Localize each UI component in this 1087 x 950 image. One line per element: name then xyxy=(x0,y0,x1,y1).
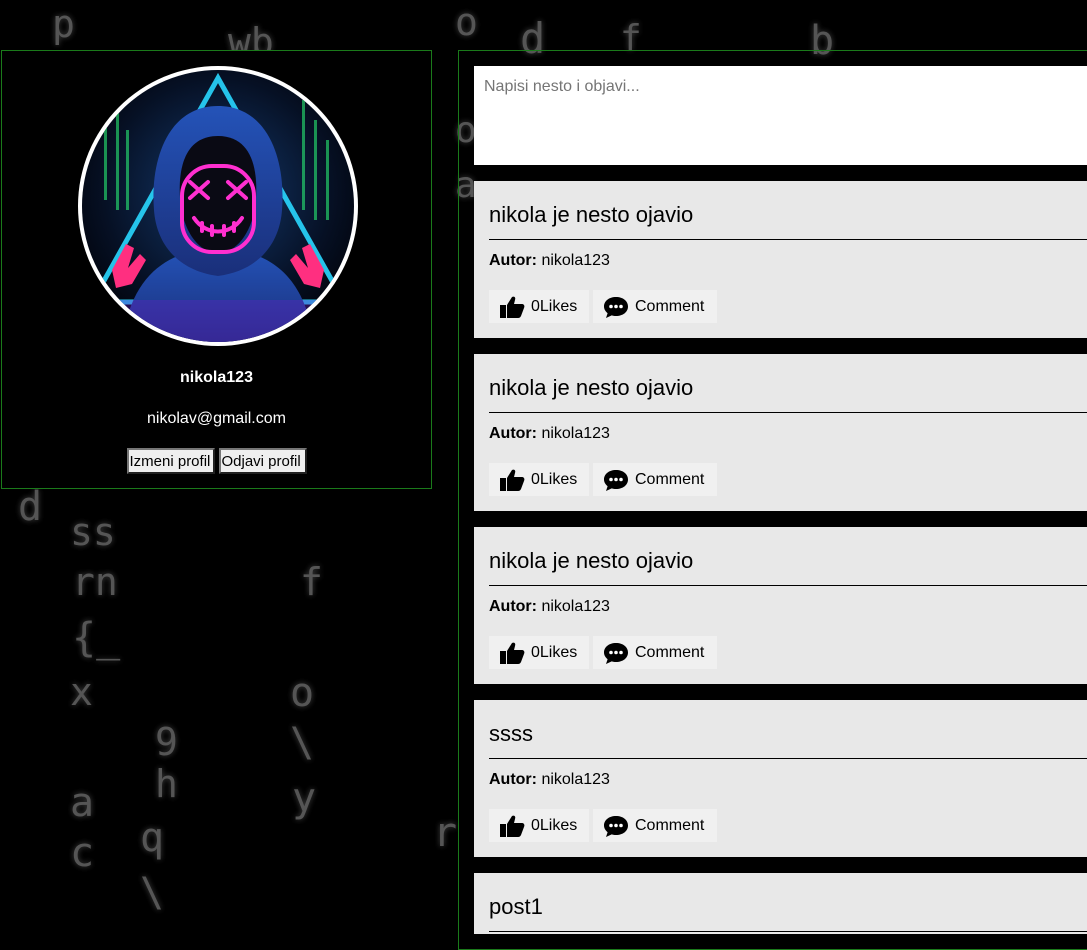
comment-label: Comment xyxy=(635,816,705,834)
post-title: nikola je nesto ojavio xyxy=(489,375,694,400)
post-divider xyxy=(489,585,1087,586)
profile-username: nikola123 xyxy=(180,369,253,386)
post-divider xyxy=(489,758,1087,759)
comment-label: Comment xyxy=(635,297,705,315)
post-card: post1 xyxy=(474,873,1087,934)
author-label: Autor: xyxy=(489,771,537,788)
comment-label: Comment xyxy=(635,643,705,661)
post-divider xyxy=(489,239,1087,240)
post-card: nikola je nesto ojavio Autor: nikola123 … xyxy=(474,354,1087,511)
post-actions: 0Likes Comment xyxy=(489,290,721,323)
logout-button[interactable]: Odjavi profil xyxy=(218,448,307,474)
profile-email: nikolav@gmail.com xyxy=(147,410,286,427)
like-count: 0Likes xyxy=(531,297,578,315)
post-title: nikola je nesto ojavio xyxy=(489,548,694,573)
author-name: nikola123 xyxy=(541,771,610,788)
profile-card: nikola123 nikolav@gmail.com Izmeni profi… xyxy=(1,50,432,489)
thumbs-up-icon xyxy=(500,296,525,318)
author-name: nikola123 xyxy=(541,598,610,615)
post-author: Autor: nikola123 xyxy=(489,252,610,270)
post-author: Autor: nikola123 xyxy=(489,771,610,789)
author-name: nikola123 xyxy=(541,252,610,269)
post-card: nikola je nesto ojavio Autor: nikola123 … xyxy=(474,527,1087,684)
post-title: post1 xyxy=(489,894,543,919)
avatar-image xyxy=(82,70,354,342)
like-count: 0Likes xyxy=(531,470,578,488)
post-composer-input[interactable] xyxy=(474,66,1087,165)
post-title: nikola je nesto ojavio xyxy=(489,202,694,227)
post-actions: 0Likes Comment xyxy=(489,463,721,496)
like-count: 0Likes xyxy=(531,816,578,834)
like-button[interactable]: 0Likes xyxy=(489,809,589,842)
thumbs-up-icon xyxy=(500,815,525,837)
like-button[interactable]: 0Likes xyxy=(489,290,589,323)
comment-button[interactable]: Comment xyxy=(593,809,717,842)
post-divider xyxy=(489,931,1087,932)
post-divider xyxy=(489,412,1087,413)
comment-button[interactable]: Comment xyxy=(593,290,717,323)
like-button[interactable]: 0Likes xyxy=(489,636,589,669)
author-label: Autor: xyxy=(489,425,537,442)
post-card: ssss Autor: nikola123 0Likes Comment xyxy=(474,700,1087,857)
comment-icon xyxy=(604,815,628,837)
avatar[interactable] xyxy=(78,66,358,346)
like-count: 0Likes xyxy=(531,643,578,661)
author-label: Autor: xyxy=(489,598,537,615)
thumbs-up-icon xyxy=(500,469,525,491)
comment-icon xyxy=(604,296,628,318)
profile-actions: Izmeni profil Odjavi profil xyxy=(2,448,431,474)
comment-label: Comment xyxy=(635,470,705,488)
post-actions: 0Likes Comment xyxy=(489,636,721,669)
edit-profile-button[interactable]: Izmeni profil xyxy=(126,448,215,474)
author-label: Autor: xyxy=(489,252,537,269)
comment-button[interactable]: Comment xyxy=(593,463,717,496)
comment-icon xyxy=(604,642,628,664)
post-author: Autor: nikola123 xyxy=(489,425,610,443)
comment-button[interactable]: Comment xyxy=(593,636,717,669)
author-name: nikola123 xyxy=(541,425,610,442)
thumbs-up-icon xyxy=(500,642,525,664)
post-actions: 0Likes Comment xyxy=(489,809,721,842)
like-button[interactable]: 0Likes xyxy=(489,463,589,496)
post-author: Autor: nikola123 xyxy=(489,598,610,616)
post-title: ssss xyxy=(489,721,533,746)
post-card: nikola je nesto ojavio Autor: nikola123 … xyxy=(474,181,1087,338)
comment-icon xyxy=(604,469,628,491)
